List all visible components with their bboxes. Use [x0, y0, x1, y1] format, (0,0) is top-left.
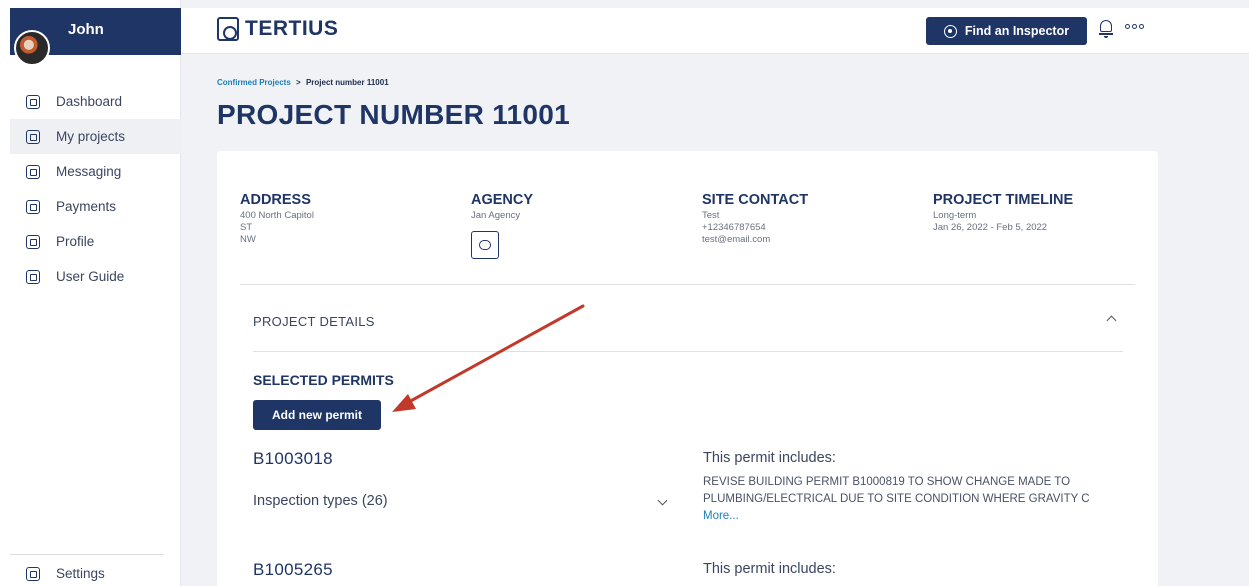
gear-icon — [26, 566, 40, 581]
address-line: 400 North Capitol — [240, 210, 314, 221]
chat-icon — [479, 240, 491, 250]
sidebar-settings: Settings — [10, 556, 181, 586]
breadcrumb: Confirmed Projects > Project number 1100… — [217, 78, 389, 87]
project-card: ADDRESS 400 North Capitol ST NW AGENCY J… — [217, 151, 1158, 586]
permit-includes-label: This permit includes: — [703, 450, 836, 466]
find-inspector-label: Find an Inspector — [964, 24, 1070, 38]
find-inspector-button[interactable]: Find an Inspector — [926, 17, 1087, 45]
more-icon[interactable] — [1125, 24, 1144, 29]
contact-email: test@email.com — [702, 234, 771, 245]
pdf-icon — [26, 269, 40, 284]
projects-icon — [26, 129, 40, 144]
sidebar-nav: Dashboard My projects Messaging Payments… — [10, 84, 181, 294]
sidebar-item-user-guide[interactable]: User Guide — [10, 259, 181, 294]
timeline-section: PROJECT TIMELINE Long-term Jan 26, 2022 … — [933, 192, 1143, 234]
sidebar-item-label: My projects — [56, 129, 126, 144]
permit-description-line: PLUMBING/ELECTRICAL DUE TO SITE CONDITIO… — [703, 493, 1090, 505]
page-title: PROJECT NUMBER 11001 — [217, 99, 571, 130]
profile-icon — [26, 234, 40, 249]
sidebar-item-dashboard[interactable]: Dashboard — [10, 84, 181, 119]
search-icon — [943, 24, 957, 38]
agency-heading: AGENCY — [471, 192, 534, 208]
chevron-down-icon[interactable] — [657, 495, 668, 506]
site-contact-heading: SITE CONTACT — [702, 192, 809, 208]
address-line: ST — [240, 222, 253, 233]
timeline-heading: PROJECT TIMELINE — [933, 192, 1074, 208]
sidebar-divider — [10, 554, 164, 555]
sidebar-item-label: Dashboard — [56, 94, 123, 109]
top-bar: TERTIUS Find an Inspector — [181, 8, 1249, 54]
project-details-toggle[interactable]: PROJECT DETAILS — [253, 314, 375, 329]
sidebar-item-label: User Guide — [56, 269, 125, 284]
timeline-type: Long-term — [933, 210, 977, 221]
dashboard-icon — [26, 94, 40, 109]
breadcrumb-separator: > — [296, 78, 301, 87]
permit-id: B1003018 — [253, 449, 333, 468]
logo-icon — [217, 17, 239, 41]
address-section: ADDRESS 400 North Capitol ST NW — [240, 192, 450, 246]
user-name: John — [68, 21, 104, 38]
avatar[interactable] — [14, 30, 50, 66]
contact-phone: +12346787654 — [702, 222, 766, 233]
more-link[interactable]: More... — [703, 510, 739, 522]
sidebar: John Dashboard My projects Messaging Pay… — [0, 0, 181, 586]
chevron-up-icon[interactable] — [1106, 315, 1117, 326]
permit-description: REVISE BUILDING PERMIT B1000819 TO SHOW … — [703, 474, 1123, 508]
sidebar-item-label: Profile — [56, 234, 95, 249]
sidebar-item-messaging[interactable]: Messaging — [10, 154, 181, 189]
sidebar-item-my-projects[interactable]: My projects — [10, 119, 181, 154]
divider — [240, 284, 1135, 285]
timeline-dates: Jan 26, 2022 - Feb 5, 2022 — [933, 222, 1048, 233]
sidebar-item-payments[interactable]: Payments — [10, 189, 181, 224]
contact-name: Test — [702, 210, 720, 221]
permit-description-line: REVISE BUILDING PERMIT B1000819 TO SHOW … — [703, 476, 1071, 488]
permit-id: B1005265 — [253, 560, 333, 579]
address-heading: ADDRESS — [240, 192, 311, 208]
breadcrumb-current: Project number 11001 — [305, 78, 389, 87]
sidebar-item-profile[interactable]: Profile — [10, 224, 181, 259]
messaging-icon — [26, 164, 40, 179]
site-contact-section: SITE CONTACT Test +12346787654 test@emai… — [702, 192, 912, 246]
permit-includes-label: This permit includes: — [703, 561, 836, 577]
add-new-permit-button[interactable]: Add new permit — [253, 400, 381, 430]
payments-icon — [26, 199, 40, 214]
breadcrumb-parent[interactable]: Confirmed Projects — [217, 78, 291, 87]
sidebar-item-label: Messaging — [56, 164, 122, 179]
agency-section: AGENCY Jan Agency — [471, 192, 681, 259]
sidebar-item-label: Payments — [56, 199, 117, 214]
message-agency-button[interactable] — [471, 231, 499, 259]
logo[interactable]: TERTIUS — [217, 17, 338, 41]
inspection-types-toggle[interactable]: Inspection types (26) — [253, 493, 388, 509]
bell-icon[interactable] — [1099, 20, 1113, 38]
divider — [253, 351, 1123, 352]
sidebar-item-label: Settings — [56, 566, 105, 581]
address-line: NW — [240, 234, 256, 245]
agency-name: Jan Agency — [471, 210, 521, 221]
sidebar-item-settings[interactable]: Settings — [10, 556, 181, 586]
selected-permits-heading: SELECTED PERMITS — [253, 372, 394, 388]
logo-text: TERTIUS — [245, 17, 339, 40]
